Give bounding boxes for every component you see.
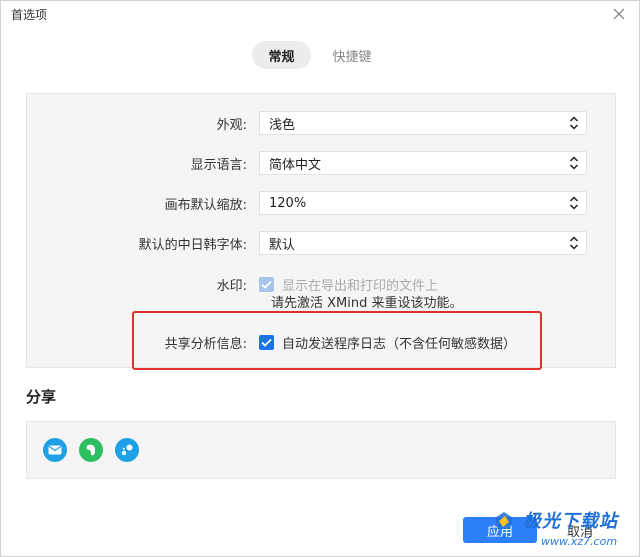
cjk-font-row: 默认的中日韩字体: 默认 (27, 231, 617, 255)
share-link-icon[interactable] (115, 438, 139, 462)
check-icon (261, 280, 272, 289)
appearance-label: 外观: (216, 117, 247, 133)
cjk-font-label: 默认的中日韩字体: (138, 237, 247, 253)
language-value: 简体中文 (269, 157, 322, 173)
appearance-row: 外观: 浅色 (27, 111, 617, 135)
updown-chevron-icon (568, 194, 580, 212)
watermark-option-text: 显示在导出和打印的文件上 (282, 278, 439, 294)
language-row: 显示语言: 简体中文 (27, 151, 617, 175)
tab-bar: 常规 快捷键 (1, 41, 639, 69)
annotation-highlight-box (132, 311, 542, 370)
updown-chevron-icon (568, 234, 580, 252)
share-section-title: 分享 (26, 388, 57, 406)
close-icon (613, 8, 625, 20)
cjk-font-value: 默认 (269, 237, 296, 253)
watermark-label: 水印: (216, 278, 247, 294)
window-title: 首选项 (11, 7, 48, 22)
tab-shortcuts[interactable]: 快捷键 (317, 41, 388, 69)
zoom-row: 画布默认缩放: 120% (27, 191, 617, 215)
updown-chevron-icon (568, 154, 580, 172)
cjk-font-select[interactable]: 默认 (259, 231, 587, 255)
updown-chevron-icon (568, 114, 580, 132)
watermark-logo-icon (495, 512, 513, 529)
tab-general[interactable]: 常规 (252, 41, 311, 69)
mail-icon[interactable] (43, 438, 67, 462)
watermark-site-name: 极光下载站 (523, 511, 618, 532)
language-select[interactable]: 简体中文 (259, 151, 587, 175)
watermark-site-url: www.xz7.com (541, 535, 618, 548)
site-watermark: 极光下载站 www.xz7.com (483, 507, 633, 555)
appearance-value: 浅色 (269, 117, 296, 133)
preferences-window: 首选项 常规 快捷键 外观: 浅色 显示语言: 简体中文 画布默认缩放: 120… (0, 0, 640, 557)
language-label: 显示语言: (190, 157, 247, 173)
share-panel (26, 421, 616, 479)
watermark-checkbox[interactable] (259, 276, 274, 292)
zoom-value: 120% (269, 195, 307, 211)
watermark-note: 请先激活 XMind 来重设该功能。 (271, 296, 463, 311)
close-button[interactable] (609, 4, 629, 24)
zoom-label: 画布默认缩放: (164, 197, 247, 213)
zoom-select[interactable]: 120% (259, 191, 587, 215)
appearance-select[interactable]: 浅色 (259, 111, 587, 135)
evernote-icon[interactable] (79, 438, 103, 462)
title-bar: 首选项 (1, 1, 639, 27)
